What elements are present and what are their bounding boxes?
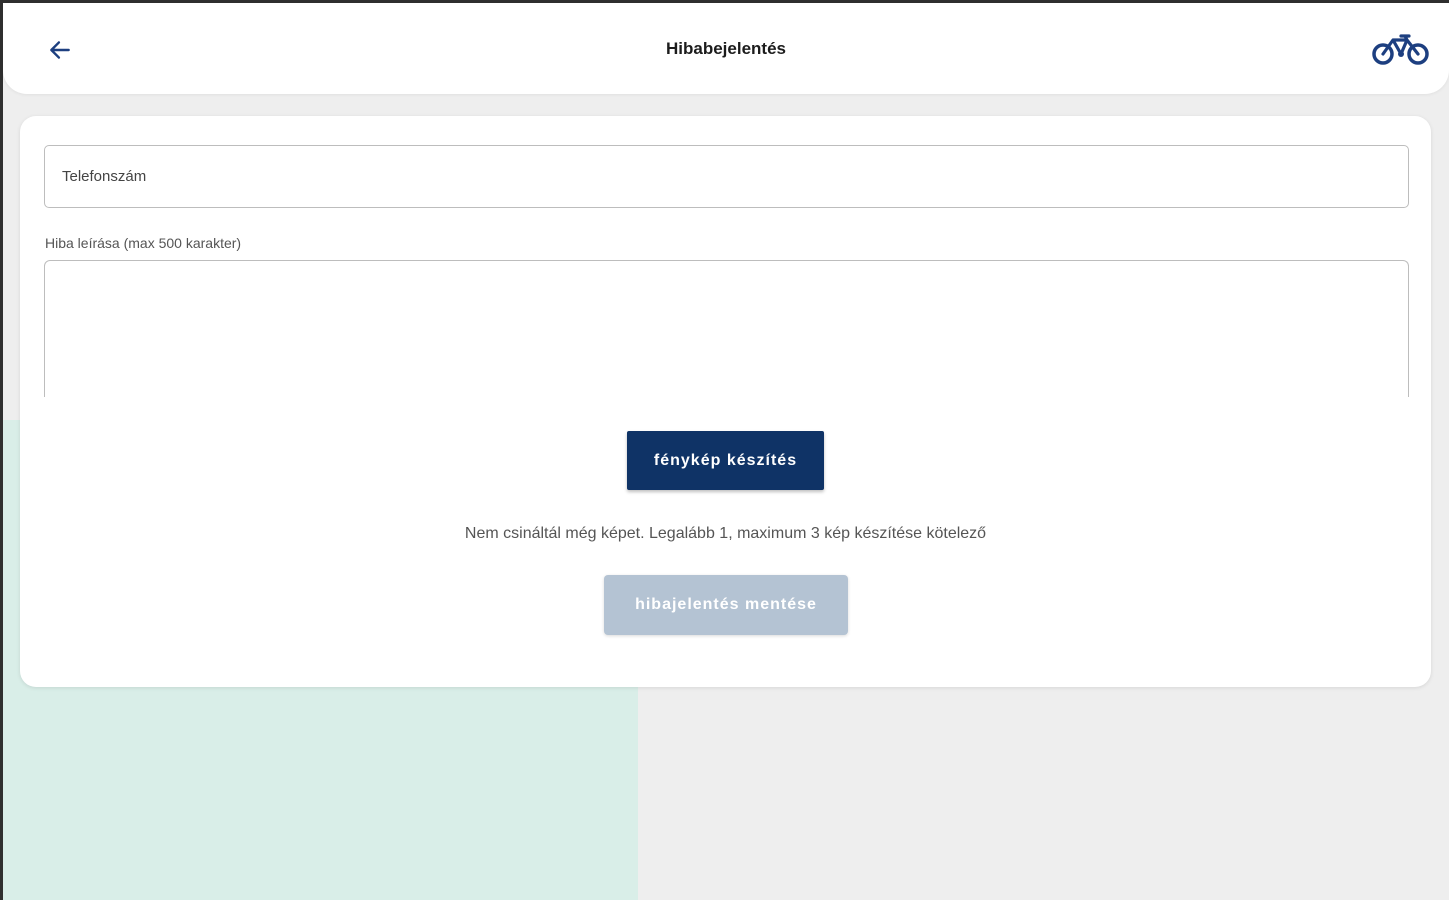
phone-input[interactable] [45,146,1408,207]
phone-field[interactable] [44,145,1409,208]
page-title: Hibabejelentés [666,39,786,58]
bicycle-icon [1372,34,1429,65]
description-field[interactable] [44,260,1409,397]
description-label: Hiba leírása (max 500 karakter) [45,235,242,251]
photo-requirement-text: Nem csináltál még képet. Legalább 1, max… [464,525,987,542]
app-header: Hibabejelentés [3,3,1449,94]
report-form-card: Hiba leírása (max 500 karakter) fénykép … [20,116,1431,687]
save-report-button[interactable]: hibajelentés mentése [604,575,848,635]
take-photo-button[interactable]: fénykép készítés [627,431,824,490]
description-textarea[interactable] [45,261,1408,397]
